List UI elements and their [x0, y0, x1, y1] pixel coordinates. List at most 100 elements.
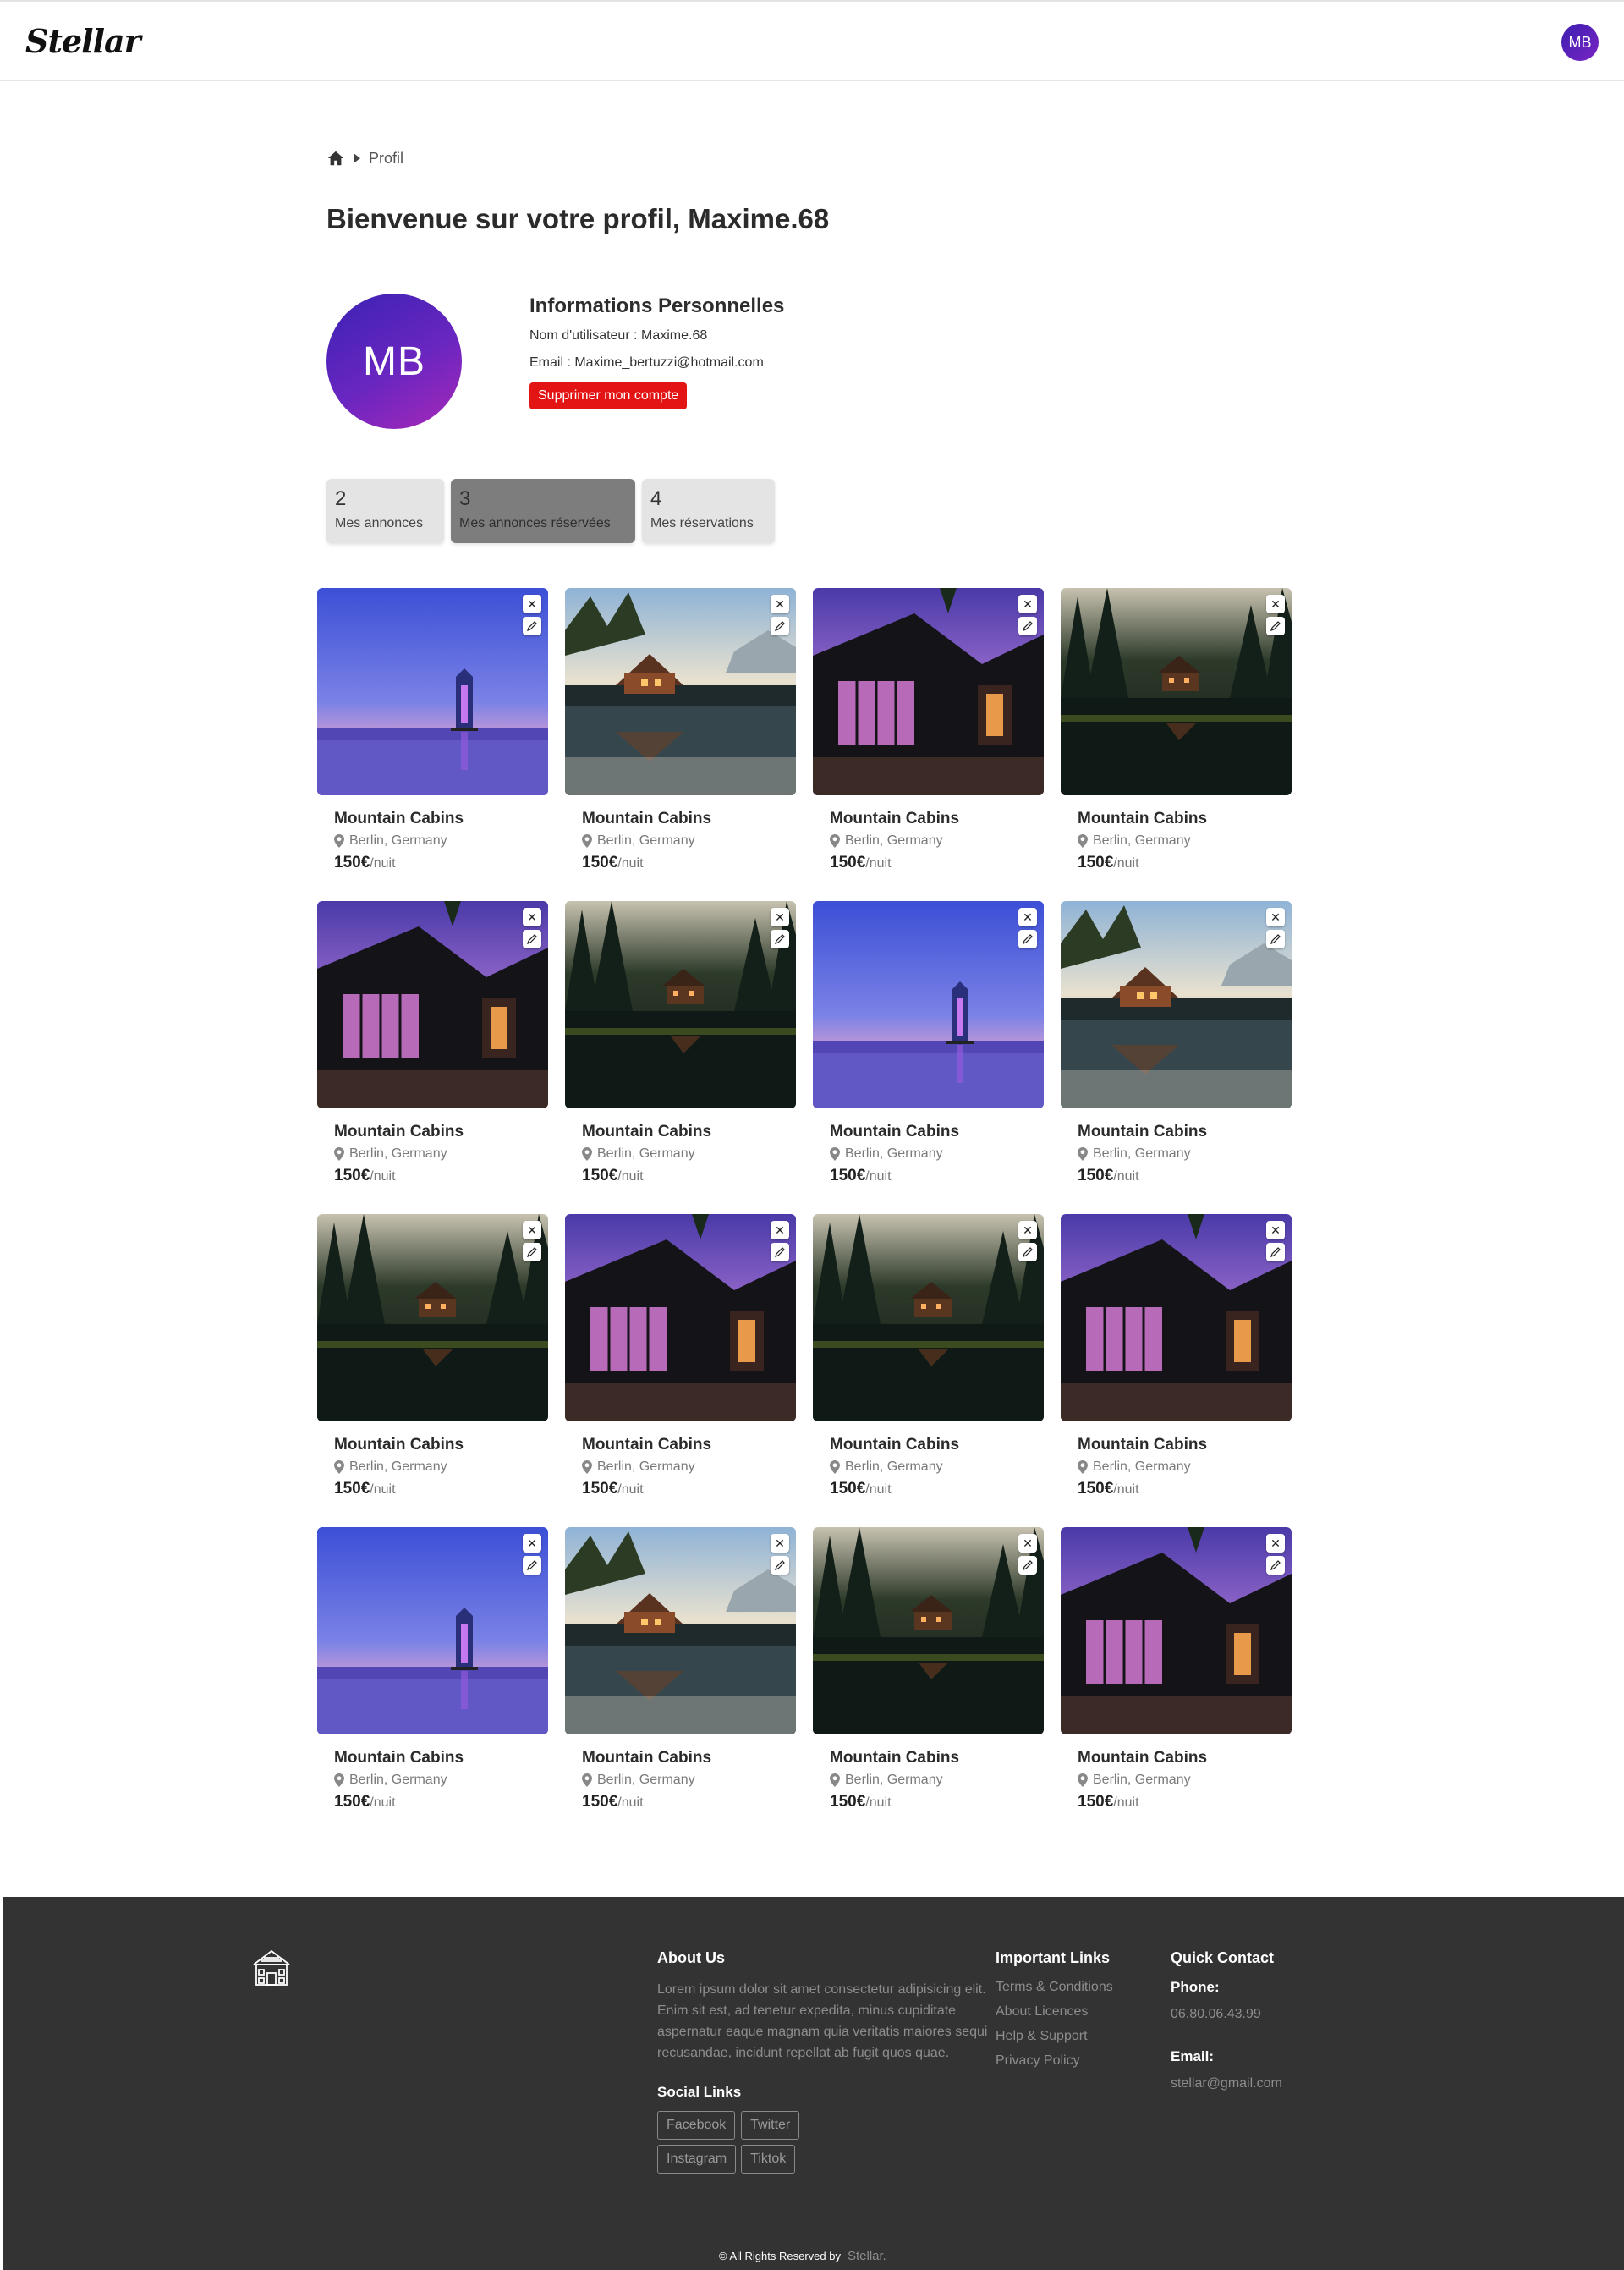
edit-listing-button[interactable]: [771, 1243, 789, 1261]
tab-my-booked-listings[interactable]: 3 Mes annonces réservées: [451, 479, 635, 543]
listing-title[interactable]: Mountain Cabins: [334, 1749, 548, 1767]
remove-listing-button[interactable]: ✕: [771, 1221, 789, 1239]
listing-card[interactable]: ✕ Mountain Cabins Berlin, Germany 150€/n…: [1061, 901, 1292, 1187]
brand-logo[interactable]: Stellar: [25, 22, 141, 60]
privacy-link[interactable]: Privacy Policy: [996, 2053, 1113, 2069]
listing-title[interactable]: Mountain Cabins: [830, 1749, 1044, 1767]
edit-listing-button[interactable]: [1266, 1243, 1285, 1261]
edit-listing-button[interactable]: [523, 930, 541, 948]
remove-listing-button[interactable]: ✕: [771, 1534, 789, 1553]
listing-image[interactable]: ✕: [813, 588, 1044, 795]
listing-card[interactable]: ✕ Mountain Cabins Berlin, Germany 150€/n…: [1061, 1214, 1292, 1500]
location-pin-icon: [582, 1773, 592, 1787]
remove-listing-button[interactable]: ✕: [771, 595, 789, 613]
listing-card[interactable]: ✕ Mountain Cabins Berlin, Germany 150€/n…: [317, 588, 548, 874]
edit-listing-button[interactable]: [1018, 1556, 1037, 1575]
listing-image[interactable]: ✕: [317, 901, 548, 1108]
remove-listing-button[interactable]: ✕: [523, 595, 541, 613]
listing-image[interactable]: ✕: [1061, 1214, 1292, 1421]
edit-listing-button[interactable]: [523, 1243, 541, 1261]
edit-listing-button[interactable]: [1018, 1243, 1037, 1261]
listing-card[interactable]: ✕ Mountain Cabins Berlin, Germany 150€/n…: [813, 1214, 1044, 1500]
edit-listing-button[interactable]: [1266, 1556, 1285, 1575]
listing-image[interactable]: ✕: [1061, 901, 1292, 1108]
listing-card[interactable]: ✕ Mountain Cabins Berlin, Germany 150€/n…: [1061, 1527, 1292, 1813]
listing-card[interactable]: ✕ Mountain Cabins Berlin, Germany 150€/n…: [317, 1214, 548, 1500]
tab-my-listings[interactable]: 2 Mes annonces: [326, 479, 444, 543]
listing-card[interactable]: ✕ Mountain Cabins Berlin, Germany 150€/n…: [565, 588, 796, 874]
listing-image[interactable]: ✕: [565, 1527, 796, 1734]
listing-title[interactable]: Mountain Cabins: [334, 1436, 548, 1454]
listing-card[interactable]: ✕ Mountain Cabins Berlin, Germany 150€/n…: [317, 901, 548, 1187]
listing-card[interactable]: ✕ Mountain Cabins Berlin, Germany 150€/n…: [317, 1527, 548, 1813]
listing-title[interactable]: Mountain Cabins: [334, 1123, 548, 1141]
listing-title[interactable]: Mountain Cabins: [830, 810, 1044, 828]
edit-listing-button[interactable]: [1018, 930, 1037, 948]
personal-info-title: Informations Personnelles: [529, 294, 785, 317]
listing-image[interactable]: ✕: [1061, 588, 1292, 795]
delete-account-button[interactable]: Supprimer mon compte: [529, 382, 688, 409]
listing-title[interactable]: Mountain Cabins: [1078, 1749, 1292, 1767]
listing-image[interactable]: ✕: [565, 901, 796, 1108]
listing-image[interactable]: ✕: [813, 1527, 1044, 1734]
email-value[interactable]: stellar@gmail.com: [1171, 2075, 1282, 2092]
listing-image[interactable]: ✕: [317, 1527, 548, 1734]
listing-card[interactable]: ✕ Mountain Cabins Berlin, Germany 150€/n…: [813, 588, 1044, 874]
twitter-link[interactable]: Twitter: [741, 2111, 800, 2140]
listing-image[interactable]: ✕: [1061, 1527, 1292, 1734]
listing-title[interactable]: Mountain Cabins: [830, 1123, 1044, 1141]
listing-title[interactable]: Mountain Cabins: [582, 810, 796, 828]
remove-listing-button[interactable]: ✕: [1018, 1534, 1037, 1553]
terms-link[interactable]: Terms & Conditions: [996, 1979, 1113, 1996]
listing-title[interactable]: Mountain Cabins: [582, 1436, 796, 1454]
listing-card[interactable]: ✕ Mountain Cabins Berlin, Germany 150€/n…: [565, 901, 796, 1187]
listing-image[interactable]: ✕: [565, 1214, 796, 1421]
listing-image[interactable]: ✕: [317, 588, 548, 795]
edit-listing-button[interactable]: [523, 617, 541, 635]
listing-image[interactable]: ✕: [565, 588, 796, 795]
edit-listing-button[interactable]: [1018, 617, 1037, 635]
home-icon[interactable]: [326, 149, 345, 168]
listing-card[interactable]: ✕ Mountain Cabins Berlin, Germany 150€/n…: [565, 1527, 796, 1813]
listing-card[interactable]: ✕ Mountain Cabins Berlin, Germany 150€/n…: [1061, 588, 1292, 874]
remove-listing-button[interactable]: ✕: [1266, 908, 1285, 926]
listing-title[interactable]: Mountain Cabins: [1078, 810, 1292, 828]
listing-image[interactable]: ✕: [813, 901, 1044, 1108]
remove-listing-button[interactable]: ✕: [523, 1221, 541, 1239]
remove-listing-button[interactable]: ✕: [1018, 595, 1037, 613]
listing-image[interactable]: ✕: [317, 1214, 548, 1421]
user-avatar-button[interactable]: MB: [1561, 24, 1599, 61]
tiktok-link[interactable]: Tiktok: [741, 2145, 796, 2174]
remove-listing-button[interactable]: ✕: [1266, 1221, 1285, 1239]
listing-title[interactable]: Mountain Cabins: [334, 810, 548, 828]
edit-listing-button[interactable]: [771, 930, 789, 948]
tab-my-reservations[interactable]: 4 Mes réservations: [642, 479, 775, 543]
listing-image[interactable]: ✕: [813, 1214, 1044, 1421]
remove-listing-button[interactable]: ✕: [1018, 908, 1037, 926]
listing-card[interactable]: ✕ Mountain Cabins Berlin, Germany 150€/n…: [813, 1527, 1044, 1813]
remove-listing-button[interactable]: ✕: [1018, 1221, 1037, 1239]
remove-listing-button[interactable]: ✕: [1266, 595, 1285, 613]
remove-listing-button[interactable]: ✕: [771, 908, 789, 926]
listing-title[interactable]: Mountain Cabins: [830, 1436, 1044, 1454]
instagram-link[interactable]: Instagram: [657, 2145, 737, 2174]
remove-listing-button[interactable]: ✕: [523, 1534, 541, 1553]
edit-listing-button[interactable]: [771, 617, 789, 635]
facebook-link[interactable]: Facebook: [657, 2111, 736, 2140]
listing-card[interactable]: ✕ Mountain Cabins Berlin, Germany 150€/n…: [565, 1214, 796, 1500]
edit-listing-button[interactable]: [523, 1556, 541, 1575]
location-pin-icon: [1078, 1147, 1088, 1161]
edit-listing-button[interactable]: [1266, 930, 1285, 948]
edit-listing-button[interactable]: [771, 1556, 789, 1575]
listing-title[interactable]: Mountain Cabins: [582, 1123, 796, 1141]
listing-title[interactable]: Mountain Cabins: [1078, 1436, 1292, 1454]
help-link[interactable]: Help & Support: [996, 2028, 1113, 2045]
remove-listing-button[interactable]: ✕: [1266, 1534, 1285, 1553]
remove-listing-button[interactable]: ✕: [523, 908, 541, 926]
listing-title[interactable]: Mountain Cabins: [582, 1749, 796, 1767]
edit-listing-button[interactable]: [1266, 617, 1285, 635]
listing-card[interactable]: ✕ Mountain Cabins Berlin, Germany 150€/n…: [813, 901, 1044, 1187]
licences-link[interactable]: About Licences: [996, 2003, 1113, 2020]
listing-title[interactable]: Mountain Cabins: [1078, 1123, 1292, 1141]
copyright-brand[interactable]: Stellar.: [848, 2249, 886, 2263]
